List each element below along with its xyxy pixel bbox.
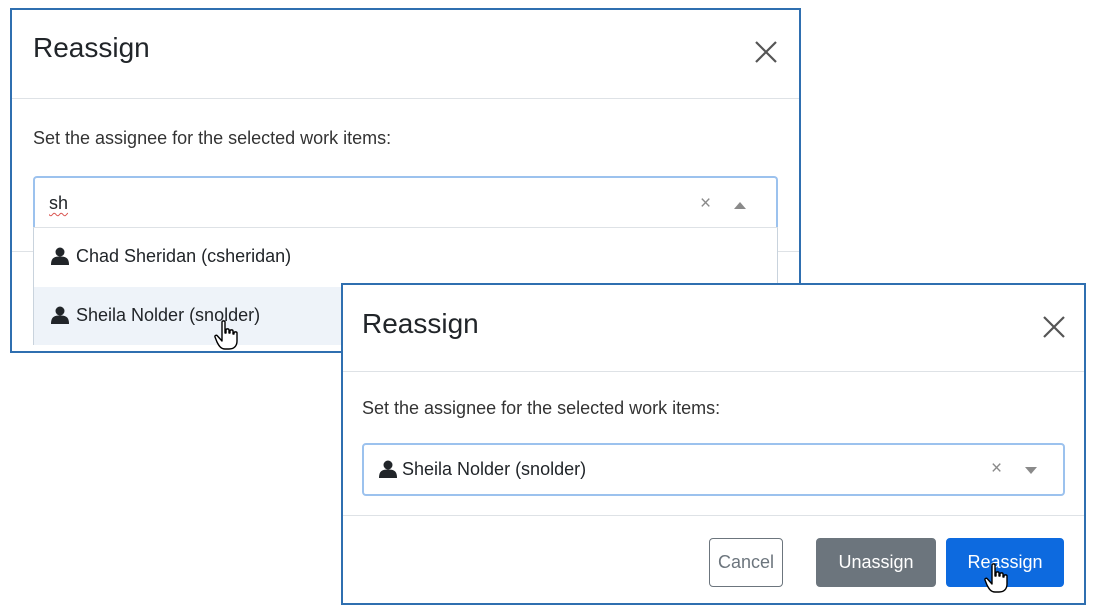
- caret-down-icon[interactable]: [1025, 467, 1037, 474]
- dialog-header: Reassign: [343, 285, 1084, 372]
- option-label: Chad Sheridan (csheridan): [76, 246, 292, 266]
- caret-up-icon[interactable]: [734, 202, 746, 209]
- person-icon: [50, 306, 70, 324]
- footer-divider: [343, 515, 1084, 516]
- reassign-dialog-selected: Reassign Set the assignee for the select…: [341, 283, 1086, 605]
- search-query[interactable]: sh: [49, 193, 68, 214]
- cancel-button[interactable]: Cancel: [709, 538, 783, 587]
- close-icon[interactable]: [1039, 312, 1069, 342]
- person-icon: [378, 460, 398, 478]
- dialog-title: Reassign: [33, 32, 150, 63]
- clear-icon[interactable]: ×: [700, 193, 711, 215]
- close-icon[interactable]: [751, 37, 781, 67]
- person-icon: [50, 247, 70, 265]
- dialog-header: Reassign: [12, 10, 799, 99]
- assignee-select[interactable]: Sheila Nolder (snolder) ×: [362, 443, 1065, 496]
- dialog-title: Reassign: [362, 308, 479, 339]
- dialog-description: Set the assignee for the selected work i…: [362, 398, 721, 418]
- dialog-description: Set the assignee for the selected work i…: [33, 128, 392, 148]
- clear-icon[interactable]: ×: [991, 458, 1002, 480]
- hand-pointer-icon: [984, 563, 1010, 593]
- selected-assignee: Sheila Nolder (snolder): [402, 459, 587, 479]
- hand-pointer-icon: [214, 320, 240, 350]
- unassign-button[interactable]: Unassign: [816, 538, 936, 587]
- list-item[interactable]: Chad Sheridan (csheridan): [34, 228, 777, 286]
- assignee-search-input[interactable]: sh ×: [33, 176, 778, 233]
